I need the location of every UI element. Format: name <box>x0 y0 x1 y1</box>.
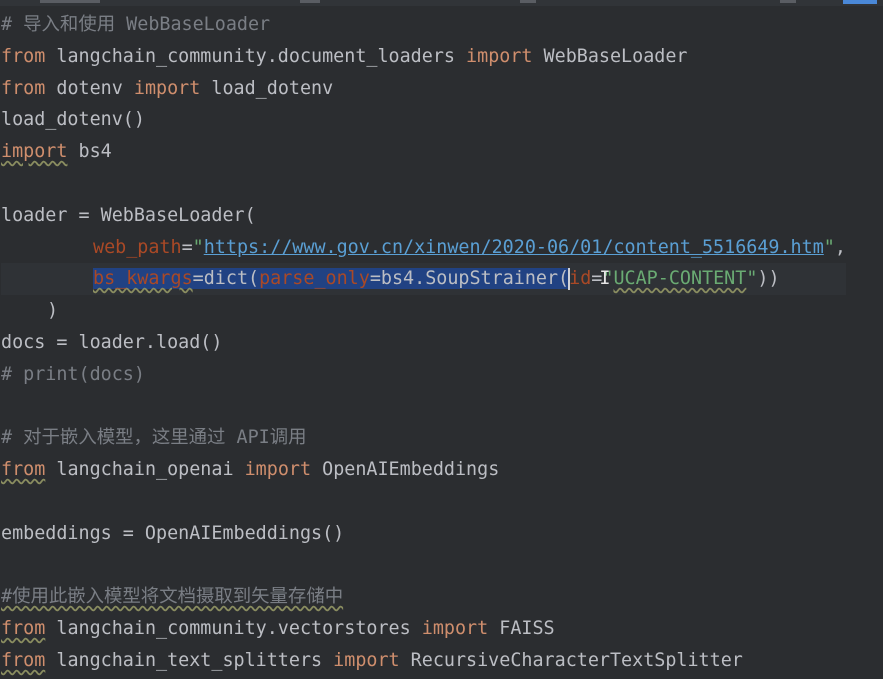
keyword-from: from <box>1 459 46 481</box>
call-text: =bs4.SoupStrainer( <box>369 268 570 290</box>
code-line-21[interactable]: from langchain_text_splitters import Rec… <box>1 645 846 677</box>
statement: loader = WebBaseLoader( <box>1 204 256 226</box>
code-line-6[interactable] <box>1 168 846 200</box>
keyword-from: from <box>1 649 46 671</box>
parameter-name: web_path <box>93 236 182 258</box>
imported-name: FAISS <box>488 618 555 640</box>
string-quote: " <box>823 236 835 258</box>
keyword-import: import <box>1 141 68 163</box>
string-value: UCAP-CONTENT <box>613 268 747 290</box>
closing-parens: )) <box>757 268 780 290</box>
code-line-2[interactable]: from langchain_community.document_loader… <box>1 41 846 73</box>
code-line-10[interactable]: ) <box>1 295 846 327</box>
code-line-11[interactable]: docs = loader.load() <box>1 327 846 359</box>
module-name: langchain_community.vectorstores <box>45 618 422 640</box>
parameter-name: parse_only <box>259 268 370 290</box>
code-line-1[interactable]: # 导入和使用 WebBaseLoader <box>1 9 846 41</box>
parameter-name: bs_kwargs <box>93 268 193 290</box>
keyword-from: from <box>1 77 46 99</box>
code-line-14[interactable]: # 对于嵌入模型，这里通过 API调用 <box>1 422 846 454</box>
code-line-5[interactable]: import bs4 <box>1 136 846 168</box>
statement: load_dotenv() <box>1 109 145 131</box>
tab-strip-mark <box>780 0 796 3</box>
imported-name: bs4 <box>67 141 112 163</box>
imported-name: WebBaseLoader <box>532 45 688 67</box>
comma: , <box>834 236 846 258</box>
call-text: =dict( <box>192 268 260 290</box>
text-selection[interactable]: bs_kwargs=dict(parse_only=bs4.SoupStrain… <box>93 268 570 290</box>
code-line-3[interactable]: from dotenv import load_dotenv <box>1 73 846 105</box>
editor-tab-strip <box>0 0 883 6</box>
keyword-from: from <box>1 618 46 640</box>
code-line-18[interactable] <box>1 550 846 582</box>
keyword-import: import <box>466 45 533 67</box>
code-line-4[interactable]: load_dotenv() <box>1 104 846 136</box>
keyword-import: import <box>244 459 312 481</box>
comment: # 对于嵌入模型，这里通过 API调用 <box>1 427 307 449</box>
tab-strip-mark <box>300 0 320 3</box>
keyword-import: import <box>421 618 489 640</box>
code-line-8[interactable]: web_path="https://www.gov.cn/xinwen/2020… <box>1 232 846 264</box>
comment: #使用此嵌入模型将文档摄取到矢量存储中 <box>1 586 344 608</box>
code-line-15[interactable]: from langchain_openai import OpenAIEmbed… <box>1 454 846 486</box>
keyword-from: from <box>1 45 46 67</box>
string-quote: " <box>192 236 204 258</box>
tab-strip-mark <box>40 0 100 3</box>
module-name: langchain_text_splitters <box>45 649 334 671</box>
code-area[interactable]: # 导入和使用 WebBaseLoader from langchain_com… <box>1 9 846 677</box>
imported-name: RecursiveCharacterTextSplitter <box>399 649 743 671</box>
code-editor[interactable]: # 导入和使用 WebBaseLoader from langchain_com… <box>0 0 883 679</box>
tab-strip-mark <box>520 0 536 3</box>
closing-paren: ) <box>47 300 59 322</box>
parameter-name: id <box>569 268 592 290</box>
code-line-9[interactable]: bs_kwargs=dict(parse_only=bs4.SoupStrain… <box>1 263 846 296</box>
code-line-20[interactable]: from langchain_community.vectorstores im… <box>1 613 846 645</box>
comment: # print(docs) <box>1 363 145 385</box>
code-line-7[interactable]: loader = WebBaseLoader( <box>1 200 846 232</box>
string-quote: " <box>746 268 758 290</box>
imported-name: OpenAIEmbeddings <box>311 459 500 481</box>
code-line-13[interactable] <box>1 391 846 423</box>
statement: embeddings = OpenAIEmbeddings() <box>1 522 345 544</box>
url-link[interactable]: https://www.gov.cn/xinwen/2020-06/01/con… <box>204 237 824 258</box>
comment: # 导入和使用 WebBaseLoader <box>1 14 271 35</box>
code-line-12[interactable]: # print(docs) <box>1 359 846 391</box>
active-tab-indicator <box>843 0 877 4</box>
code-line-17[interactable]: embeddings = OpenAIEmbeddings() <box>1 518 846 550</box>
module-name: langchain_openai <box>45 459 245 481</box>
module-name: dotenv <box>45 77 134 99</box>
keyword-import: import <box>133 77 201 99</box>
module-name: langchain_community.document_loaders <box>45 45 467 67</box>
keyword-import: import <box>333 649 400 671</box>
operator: = <box>181 236 193 258</box>
statement: docs = loader.load() <box>1 331 223 353</box>
code-line-16[interactable] <box>1 486 846 518</box>
code-line-19[interactable]: #使用此嵌入模型将文档摄取到矢量存储中 <box>1 581 846 613</box>
imported-name: load_dotenv <box>200 77 334 99</box>
